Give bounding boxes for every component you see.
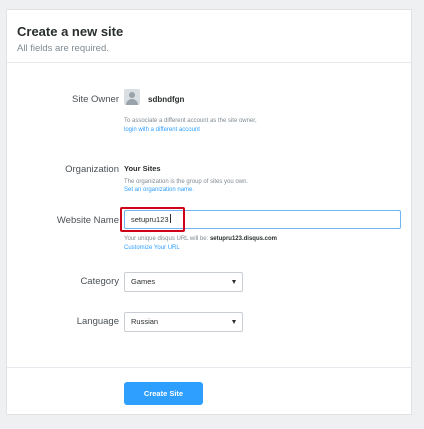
language-select[interactable]: Russian (124, 312, 243, 332)
site-owner-label: Site Owner (72, 94, 119, 105)
site-owner-name: sdbndfgn (148, 95, 185, 104)
customize-url-link[interactable]: Customize Your URL (124, 244, 180, 253)
card-header: Create a new site All fields are require… (7, 10, 411, 63)
organization-label: Organization (65, 164, 119, 175)
text-cursor (169, 214, 171, 223)
language-label: Language (76, 316, 119, 327)
site-owner-help: To associate a different account as the … (124, 118, 257, 124)
category-select[interactable]: Games (124, 272, 243, 292)
form-footer-divider (7, 367, 411, 368)
create-site-card: Create a new site All fields are require… (6, 9, 412, 415)
create-site-button[interactable]: Create Site (124, 382, 203, 405)
website-name-input[interactable]: setupru123 (124, 210, 401, 229)
url-help: Your unique disqus URL will be: setupru1… (124, 235, 277, 244)
avatar (124, 89, 140, 105)
set-organization-name-link[interactable]: Set an organization name. (124, 186, 194, 195)
url-help-domain: setupru123.disqus.com (209, 236, 277, 242)
website-name-value: setupru123 (131, 215, 169, 224)
page-subtitle: All fields are required. (17, 43, 109, 54)
chevron-down-icon (232, 320, 236, 324)
login-different-account-link[interactable]: login with a different account (124, 126, 200, 135)
page-title: Create a new site (17, 24, 124, 39)
website-name-label: Website Name (56, 215, 119, 226)
category-selected: Games (131, 277, 156, 286)
chevron-down-icon (232, 280, 236, 284)
category-label: Category (80, 276, 119, 287)
organization-value: Your Sites (124, 164, 161, 173)
language-selected: Russian (131, 317, 159, 326)
url-help-prefix: Your unique disqus URL will be: (124, 236, 209, 242)
